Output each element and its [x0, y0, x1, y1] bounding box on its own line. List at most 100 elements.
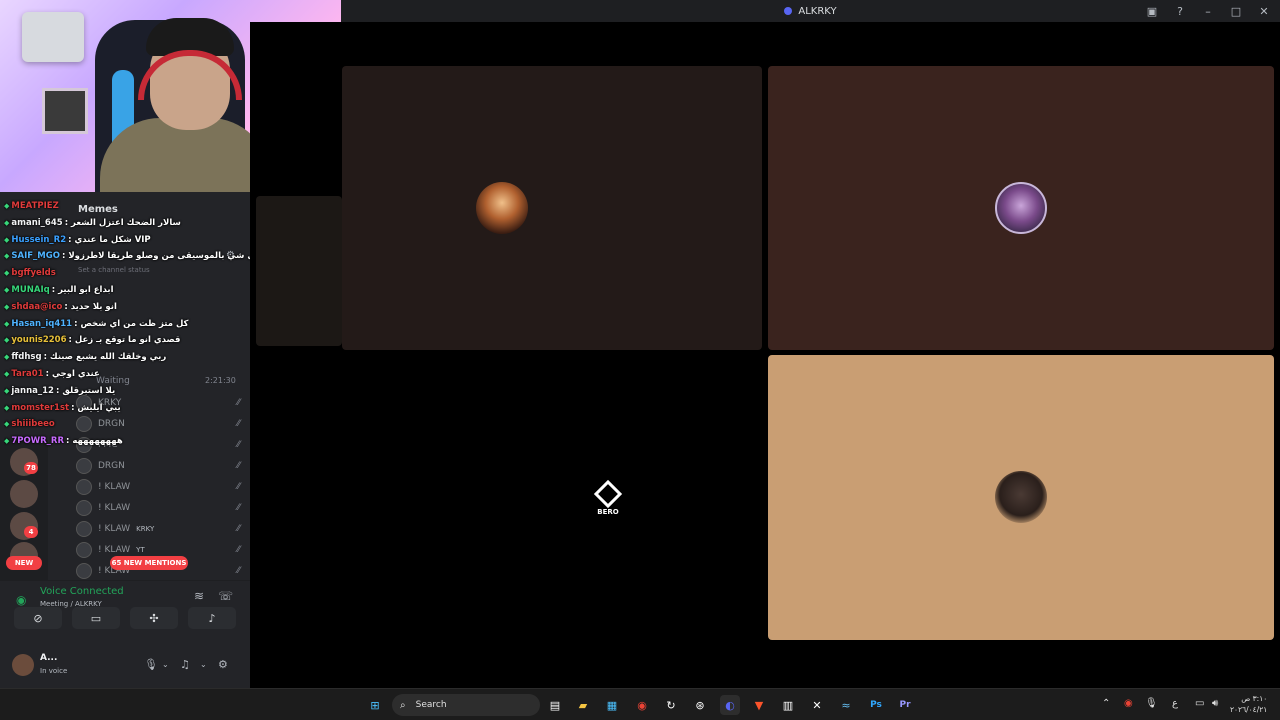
soundboard-icon: ♪: [208, 611, 216, 625]
language-indicator[interactable]: ع: [1172, 698, 1178, 709]
steam-icon[interactable]: ⊛: [690, 695, 710, 715]
avatar: [76, 457, 92, 474]
disconnect-icon[interactable]: ☏: [218, 589, 233, 603]
deafened-icon: ⁄⁄: [236, 502, 240, 513]
voice-user-name: ! KLAW: [98, 502, 131, 513]
microphone-icon[interactable]: 🎙︎: [1145, 698, 1158, 709]
video-tile[interactable]: BERO: [342, 354, 762, 640]
chevron-down-icon[interactable]: ⌄: [200, 660, 207, 669]
video-tile[interactable]: [342, 66, 762, 350]
taskbar-search[interactable]: ⌕ Search: [392, 694, 540, 716]
avatar[interactable]: [12, 654, 34, 676]
chat-text: : يبي ايليش: [71, 402, 121, 413]
capcut-icon[interactable]: ✕: [807, 695, 827, 715]
chat-text: : شكل ما عندي VIP: [68, 234, 151, 245]
chevron-down-icon[interactable]: ⌄: [162, 660, 169, 669]
avatar: [76, 541, 92, 558]
taskbar: ⊞ ⌕ Search ▤ ▰ ▦ ◉ ↻ ⊛ ◐ ▼ ▥ ✕ ≈ Ps Pr ⌃…: [0, 688, 1280, 720]
signal-icon[interactable]: ◉: [16, 593, 26, 607]
app-icon[interactable]: ▥: [778, 695, 798, 715]
soundboard-button[interactable]: ♪: [188, 607, 236, 629]
chat-message: ◆ momster1st: يبي ايليش: [4, 400, 250, 417]
maximize-button[interactable]: □: [1230, 5, 1242, 18]
bero-diamond-icon: [593, 479, 623, 509]
close-button[interactable]: ✕: [1258, 5, 1270, 18]
tray-app-icon[interactable]: ◉: [1124, 698, 1133, 709]
channel-list: Memes Set a channel status ⚙ Waiting 2:2…: [0, 192, 250, 582]
volume-icon[interactable]: 🔊︎: [1212, 698, 1218, 709]
clock-date: ٢٠٢٦/٠٤/٢١: [1230, 705, 1268, 714]
chevron-up-icon[interactable]: ⌃: [1102, 698, 1110, 709]
photoshop-icon[interactable]: Ps: [866, 695, 886, 715]
chat-username: momster1st: [11, 402, 70, 413]
voice-user[interactable]: ! KLAW ⁄⁄: [76, 476, 246, 497]
chrome-icon[interactable]: ◉: [632, 695, 652, 715]
activities-button[interactable]: ✣: [130, 607, 178, 629]
windows-start-icon[interactable]: ⊞: [365, 695, 385, 715]
badge-icon: ◆: [4, 336, 10, 345]
chat-username: SAIF_MGO: [11, 251, 60, 262]
chat-message: ◆ amani_645: سالار الضحك اعتزل الشعر: [4, 215, 250, 232]
headphones-icon[interactable]: ♫: [180, 658, 190, 671]
chat-text: : احلى شي بالموسيقى من وصلو طريقا لاطرزو…: [61, 251, 250, 262]
video-tile[interactable]: [768, 355, 1274, 640]
chat-text: : كل متز ظت من اي شخص: [74, 318, 189, 329]
video-tile[interactable]: [768, 66, 1274, 350]
avatar: [76, 478, 92, 495]
store-icon[interactable]: ▦: [602, 695, 622, 715]
chat-username: MUNAIq: [11, 284, 50, 295]
chat-text: : سالار الضحك اعتزل الشعر: [64, 217, 181, 228]
gear-icon[interactable]: ⚙: [218, 658, 228, 671]
discord-icon[interactable]: ◐: [720, 695, 740, 715]
help-icon[interactable]: ?: [1174, 5, 1186, 18]
mention-badge: 4: [24, 526, 38, 538]
chat-message: ◆ ffdhsg: ربي وخلقك الله يشبع صبنك: [4, 349, 250, 366]
deafened-icon: ⁄⁄: [236, 544, 240, 555]
voice-user[interactable]: ! KLAW KRKY ⁄⁄: [76, 518, 246, 539]
video-tile-partial[interactable]: [256, 196, 342, 346]
username[interactable]: A...: [40, 653, 57, 663]
chat-username: amani_645: [11, 217, 63, 228]
voice-user-name: ! KLAW: [98, 481, 131, 492]
chat-text: : عندي اوجي: [45, 368, 100, 379]
task-view-icon[interactable]: ▤: [545, 695, 565, 715]
chat-message: ◆ Hussein_R2: شكل ما عندي VIP: [4, 232, 250, 249]
badge-icon: ◆: [4, 302, 10, 311]
chat-message: ◆ SAIF_MGO: احلى شي بالموسيقى من وصلو طري…: [4, 248, 250, 265]
app-icon[interactable]: ↻: [661, 695, 681, 715]
title-bar: ALKRKY ▣ ? – □ ✕: [341, 0, 1280, 22]
badge-icon: ◆: [4, 403, 10, 412]
microphone-icon[interactable]: 🎙︎: [144, 658, 158, 671]
camera-toggle-button[interactable]: ⊘: [14, 607, 62, 629]
chat-username: shdaa@ico: [11, 301, 63, 312]
steam-icon[interactable]: ≈: [836, 695, 856, 715]
chat-username: ffdhsg: [11, 352, 42, 363]
voice-user[interactable]: DRGN ⁄⁄: [76, 455, 246, 476]
noise-suppression-icon[interactable]: ≋: [194, 589, 204, 603]
brave-icon[interactable]: ▼: [749, 695, 769, 715]
chat-username: younis2206: [11, 335, 67, 346]
inbox-icon[interactable]: ▣: [1146, 5, 1158, 18]
voice-user-name: ! KLAW: [98, 544, 131, 555]
clock[interactable]: ٣:١٠ ص ٢٠٢٦/٠٤/٢١: [1230, 693, 1267, 715]
app-icon: [784, 7, 793, 15]
network-icon[interactable]: ▭: [1195, 698, 1204, 709]
premiere-icon[interactable]: Pr: [895, 695, 915, 715]
mention-badge: 78: [24, 462, 38, 474]
bero-label: BERO: [597, 508, 619, 516]
voice-user-tag: YT: [136, 545, 145, 554]
screen-share-button[interactable]: ▭: [72, 607, 120, 629]
server-icon[interactable]: [10, 480, 38, 508]
award-plaque: [22, 12, 84, 62]
voice-user[interactable]: ! KLAW ⁄⁄: [76, 497, 246, 518]
chat-username: 7POWR_RR: [11, 436, 65, 447]
chat-message: ◆ MEATPIEZ: [4, 198, 250, 215]
search-icon: ⌕: [400, 699, 406, 711]
new-pill[interactable]: NEW: [6, 556, 42, 570]
badge-icon: ◆: [4, 386, 10, 395]
file-explorer-icon[interactable]: ▰: [573, 695, 593, 715]
minimize-button[interactable]: –: [1202, 5, 1214, 18]
new-mentions-pill[interactable]: 65 NEW MENTIONS: [110, 556, 188, 570]
avatar: [76, 499, 92, 516]
voice-connected-label[interactable]: Voice Connected: [40, 586, 124, 597]
